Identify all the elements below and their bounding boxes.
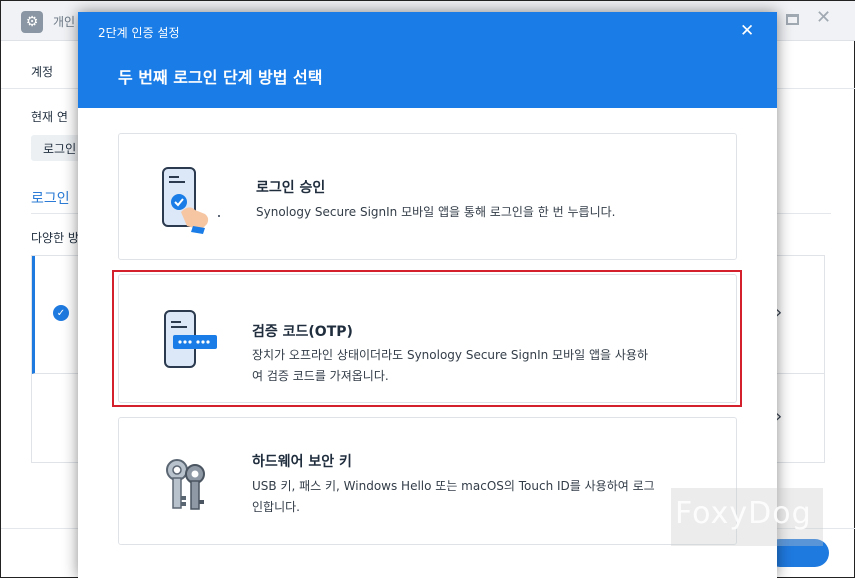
section-title: 로그인 [31,191,70,207]
option-desc: 인합니다. [252,500,300,514]
option-title: 하드웨어 보안 키 [252,454,352,470]
phone-tap-icon [162,167,220,234]
keys-icon [166,459,205,510]
option-login-approval[interactable]: 로그인 승인 Synology Secure SignIn 모바일 앱을 통해 … [118,133,737,260]
dialog-heading: 두 번째 로그인 단계 방법 선택 [118,68,323,87]
phone-otp-icon [164,310,217,368]
option-otp[interactable]: 검증 코드(OTP) 장치가 오프라인 상태이더라도 Synology Secu… [118,274,737,403]
current-label: 현재 연 [31,110,68,124]
tab-account[interactable]: 계정 [31,63,53,80]
check-icon: ✓ [53,305,69,321]
settings-app-icon: ⚙ [21,11,43,33]
option-desc: Synology Secure SignIn 모바일 앱을 통해 로그인을 한 … [256,205,616,219]
option-title: 로그인 승인 [256,180,326,196]
section-desc: 다양한 방 [31,231,79,245]
watermark: FoxyDog [675,496,812,531]
close-icon[interactable]: ✕ [740,21,754,41]
option-desc: 여 검증 코드를 가져옵니다. [252,369,389,383]
dialog-title: 2단계 인증 설정 [98,26,180,40]
option-desc: 장치가 오프라인 상태이더라도 Synology Secure SignIn 모… [252,348,648,362]
option-desc: USB 키, 패스 키, Windows Hello 또는 macOS의 Tou… [252,479,655,493]
maximize-icon[interactable] [786,14,799,25]
background-close-icon[interactable]: ✕ [816,7,831,28]
background-window-title: 개인 [53,15,76,29]
dialog-header: 2단계 인증 설정 ✕ 두 번째 로그인 단계 방법 선택 [78,12,777,108]
option-hardware-key[interactable]: 하드웨어 보안 키 USB 키, 패스 키, Windows Hello 또는 … [118,417,737,545]
option-title: 검증 코드(OTP) [252,324,353,340]
